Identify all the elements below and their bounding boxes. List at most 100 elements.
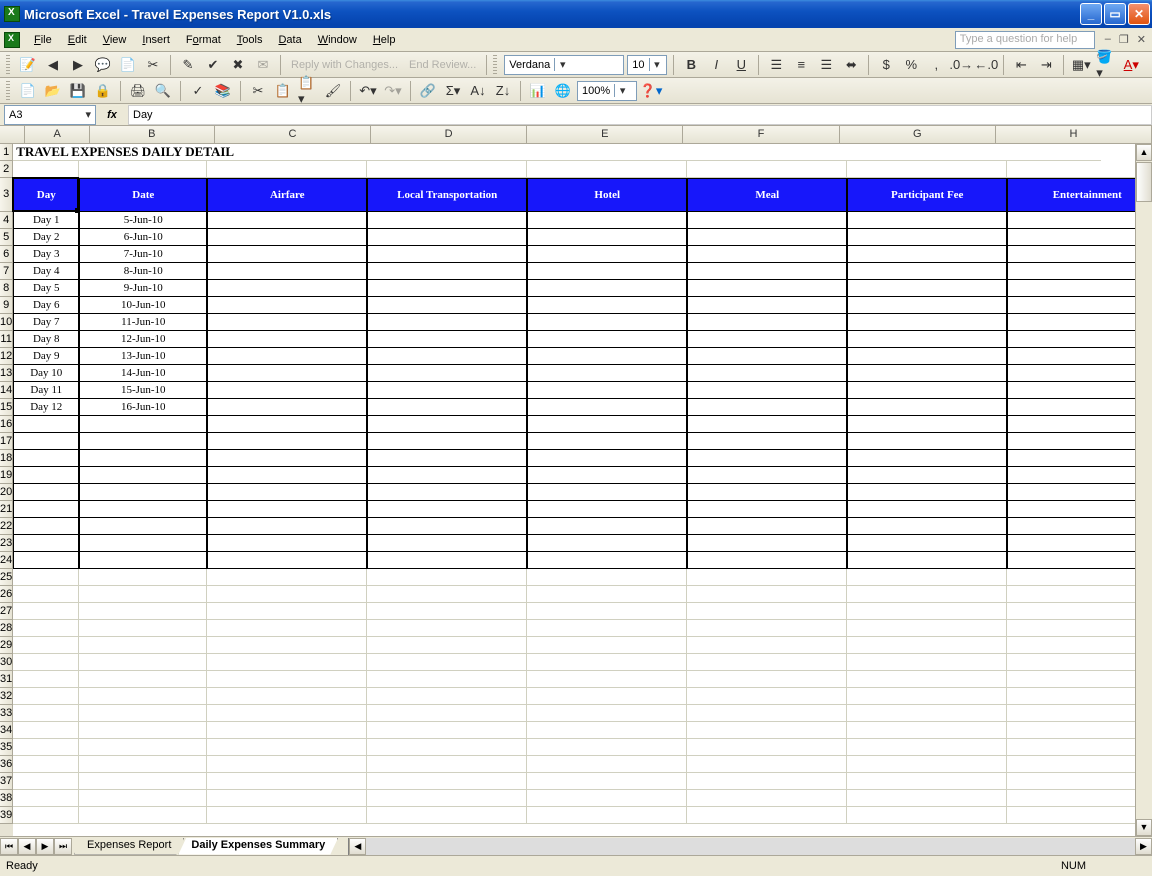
row-header-29[interactable]: 29 <box>0 637 13 654</box>
cell[interactable] <box>527 161 687 178</box>
cell[interactable]: Local Transportation <box>367 178 527 212</box>
cell[interactable] <box>367 501 527 518</box>
cell[interactable] <box>527 739 687 756</box>
cell[interactable] <box>207 671 367 688</box>
cell[interactable] <box>367 399 527 416</box>
font-color-button[interactable]: A▾ <box>1120 54 1142 76</box>
col-header-C[interactable]: C <box>215 126 371 143</box>
cell[interactable] <box>527 399 687 416</box>
cell[interactable] <box>687 807 847 824</box>
cell[interactable]: Airfare <box>207 178 367 212</box>
cell[interactable] <box>207 620 367 637</box>
cell[interactable] <box>687 467 847 484</box>
row-header-33[interactable]: 33 <box>0 705 13 722</box>
cell[interactable] <box>1007 433 1152 450</box>
cell[interactable] <box>13 739 79 756</box>
cell[interactable] <box>1007 552 1152 569</box>
prev-comment-button[interactable]: ◀ <box>42 54 64 76</box>
cell[interactable] <box>527 688 687 705</box>
cell[interactable] <box>207 722 367 739</box>
menu-tools[interactable]: Tools <box>229 31 271 49</box>
cell[interactable] <box>207 246 367 263</box>
cell[interactable] <box>207 688 367 705</box>
cell[interactable] <box>527 586 687 603</box>
cell[interactable] <box>527 416 687 433</box>
col-header-D[interactable]: D <box>371 126 527 143</box>
cell[interactable] <box>367 654 527 671</box>
row-header-8[interactable]: 8 <box>0 280 13 297</box>
cell[interactable] <box>207 756 367 773</box>
increase-decimal-button[interactable]: .0→ <box>950 54 972 76</box>
menu-view[interactable]: View <box>95 31 135 49</box>
cell[interactable] <box>847 382 1007 399</box>
cell[interactable] <box>367 552 527 569</box>
cell[interactable] <box>207 229 367 246</box>
cell[interactable] <box>527 637 687 654</box>
row-header-27[interactable]: 27 <box>0 603 13 620</box>
track-changes-button[interactable]: ✎ <box>177 54 199 76</box>
row-header-17[interactable]: 17 <box>0 433 13 450</box>
delete-comment-button[interactable]: ✂ <box>142 54 164 76</box>
cell[interactable] <box>1007 450 1152 467</box>
cell[interactable] <box>207 569 367 586</box>
cell[interactable] <box>1007 314 1152 331</box>
cell[interactable] <box>847 399 1007 416</box>
cell[interactable] <box>527 501 687 518</box>
cell[interactable] <box>527 603 687 620</box>
cell[interactable] <box>1007 739 1152 756</box>
cell[interactable] <box>847 552 1007 569</box>
autosum-button[interactable]: Σ▾ <box>442 80 464 102</box>
cell[interactable] <box>687 212 847 229</box>
undo-button[interactable]: ↶▾ <box>357 80 379 102</box>
cell[interactable] <box>207 739 367 756</box>
cell[interactable] <box>687 246 847 263</box>
cell[interactable] <box>1007 654 1152 671</box>
decrease-indent-button[interactable]: ⇤ <box>1010 54 1032 76</box>
reply-changes-button[interactable]: Reply with Changes... <box>287 59 402 71</box>
cell[interactable]: Entertainment <box>1007 178 1152 212</box>
cell[interactable] <box>79 161 207 178</box>
cell[interactable] <box>367 586 527 603</box>
cell[interactable] <box>367 161 527 178</box>
cell[interactable] <box>847 807 1007 824</box>
cell[interactable] <box>367 246 527 263</box>
cell[interactable] <box>527 263 687 280</box>
cell[interactable] <box>13 773 79 790</box>
save-button[interactable]: 💾 <box>67 80 89 102</box>
help-search-input[interactable]: Type a question for help <box>955 31 1095 49</box>
cell[interactable]: Day 6 <box>13 297 79 314</box>
row-header-35[interactable]: 35 <box>0 739 13 756</box>
cell[interactable] <box>847 416 1007 433</box>
cell[interactable] <box>13 586 79 603</box>
cell[interactable]: Day 10 <box>13 365 79 382</box>
cell[interactable] <box>847 229 1007 246</box>
row-header-14[interactable]: 14 <box>0 382 13 399</box>
cell[interactable] <box>207 450 367 467</box>
cell[interactable] <box>847 739 1007 756</box>
cell[interactable] <box>527 518 687 535</box>
cell[interactable]: Day 7 <box>13 314 79 331</box>
cell[interactable] <box>1007 416 1152 433</box>
row-header-2[interactable]: 2 <box>0 161 13 178</box>
redo-button[interactable]: ↷▾ <box>382 80 404 102</box>
cell[interactable] <box>1007 212 1152 229</box>
menu-format[interactable]: Format <box>178 31 229 49</box>
cell[interactable] <box>687 637 847 654</box>
percent-button[interactable]: % <box>900 54 922 76</box>
cell[interactable] <box>207 807 367 824</box>
row-header-19[interactable]: 19 <box>0 467 13 484</box>
cell[interactable] <box>367 637 527 654</box>
cell[interactable] <box>687 756 847 773</box>
row-header-10[interactable]: 10 <box>0 314 13 331</box>
cell[interactable] <box>367 739 527 756</box>
row-header-16[interactable]: 16 <box>0 416 13 433</box>
cell[interactable] <box>1007 535 1152 552</box>
cell[interactable] <box>527 212 687 229</box>
cell[interactable] <box>79 671 207 688</box>
cell[interactable] <box>207 331 367 348</box>
cell[interactable] <box>13 535 79 552</box>
help-button[interactable]: ❓▾ <box>640 80 662 102</box>
cell[interactable] <box>367 280 527 297</box>
cell[interactable] <box>13 705 79 722</box>
cell[interactable] <box>847 212 1007 229</box>
